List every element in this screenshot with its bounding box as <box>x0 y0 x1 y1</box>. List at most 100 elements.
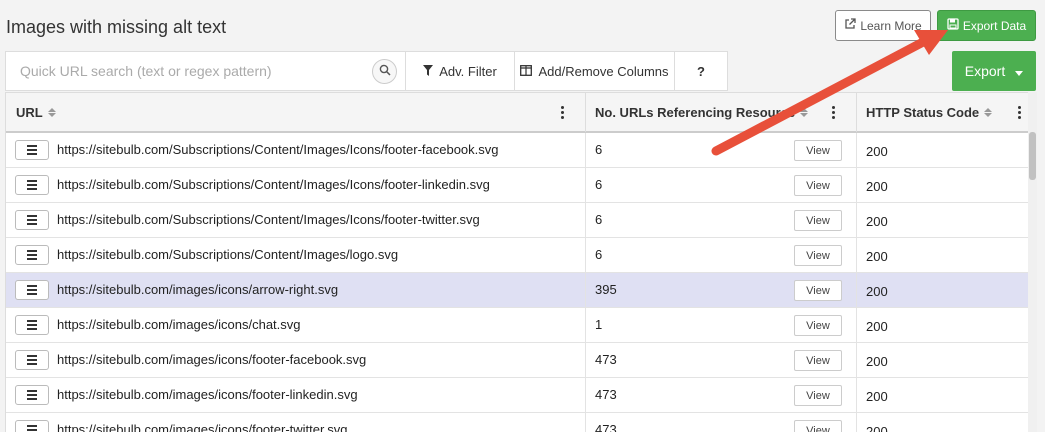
learn-more-label: Learn More <box>860 18 922 33</box>
table-row[interactable]: https://sitebulb.com/Subscriptions/Conte… <box>6 203 1028 238</box>
cell-url: https://sitebulb.com/Subscriptions/Conte… <box>6 168 586 202</box>
cell-status: 200 <box>857 413 1028 432</box>
search-input[interactable] <box>6 52 406 90</box>
cell-url: https://sitebulb.com/images/icons/footer… <box>6 378 586 412</box>
view-button[interactable]: View <box>794 420 842 432</box>
table-row[interactable]: https://sitebulb.com/Subscriptions/Conte… <box>6 168 1028 203</box>
url-link[interactable]: https://sitebulb.com/images/icons/chat.s… <box>57 317 301 332</box>
url-link[interactable]: https://sitebulb.com/Subscriptions/Conte… <box>57 142 499 157</box>
kebab-menu-icon[interactable] <box>832 106 836 119</box>
url-link[interactable]: https://sitebulb.com/images/icons/footer… <box>57 387 358 402</box>
view-button[interactable]: View <box>794 385 842 406</box>
add-remove-columns-button[interactable]: Add/Remove Columns <box>515 52 675 90</box>
data-table: URL No. URLs Referencing Resource HTTP S… <box>5 92 1028 432</box>
sort-icon[interactable] <box>47 108 56 117</box>
table-row[interactable]: https://sitebulb.com/images/icons/chat.s… <box>6 308 1028 343</box>
hamburger-menu-icon[interactable] <box>15 245 49 265</box>
cell-status: 200 <box>857 343 1028 377</box>
learn-more-button[interactable]: Learn More <box>835 10 931 41</box>
status-code: 200 <box>866 249 888 264</box>
table-row[interactable]: https://sitebulb.com/images/icons/arrow-… <box>6 273 1028 308</box>
export-label: Export <box>964 63 1006 79</box>
refs-count: 6 <box>595 247 603 262</box>
cell-url: https://sitebulb.com/Subscriptions/Conte… <box>6 238 586 272</box>
cell-status: 200 <box>857 238 1028 272</box>
cell-url: https://sitebulb.com/images/icons/chat.s… <box>6 308 586 342</box>
url-link[interactable]: https://sitebulb.com/Subscriptions/Conte… <box>57 247 398 262</box>
kebab-menu-icon[interactable] <box>561 106 565 119</box>
hamburger-menu-icon[interactable] <box>15 385 49 405</box>
hamburger-menu-icon[interactable] <box>15 140 49 160</box>
column-header-label: No. URLs Referencing Resource <box>595 105 796 120</box>
refs-count: 6 <box>595 142 603 157</box>
view-button[interactable]: View <box>794 245 842 266</box>
cell-url: https://sitebulb.com/images/icons/arrow-… <box>6 273 586 307</box>
search-button[interactable] <box>372 59 397 84</box>
column-header-refs[interactable]: No. URLs Referencing Resource <box>586 93 857 132</box>
status-code: 200 <box>866 354 888 369</box>
table-row[interactable]: https://sitebulb.com/images/icons/footer… <box>6 413 1028 432</box>
column-header-label: URL <box>16 105 43 120</box>
view-button[interactable]: View <box>794 140 842 161</box>
status-code: 200 <box>866 424 888 432</box>
cell-refs: 395 View <box>586 273 857 307</box>
hamburger-menu-icon[interactable] <box>15 175 49 195</box>
table-row[interactable]: https://sitebulb.com/Subscriptions/Conte… <box>6 238 1028 273</box>
cell-refs: 6 View <box>586 203 857 237</box>
status-code: 200 <box>866 389 888 404</box>
help-button[interactable]: ? <box>675 52 727 90</box>
refs-count: 6 <box>595 177 603 192</box>
cell-status: 200 <box>857 133 1028 167</box>
adv-filter-label: Adv. Filter <box>439 63 497 79</box>
cell-status: 200 <box>857 308 1028 342</box>
url-link[interactable]: https://sitebulb.com/images/icons/arrow-… <box>57 282 338 297</box>
sort-icon[interactable] <box>984 108 993 117</box>
export-data-button[interactable]: Export Data <box>937 10 1036 41</box>
refs-count: 473 <box>595 352 617 367</box>
table-row[interactable]: https://sitebulb.com/images/icons/footer… <box>6 378 1028 413</box>
cell-refs: 6 View <box>586 168 857 202</box>
table-row[interactable]: https://sitebulb.com/images/icons/footer… <box>6 343 1028 378</box>
hamburger-menu-icon[interactable] <box>15 210 49 230</box>
refs-count: 1 <box>595 317 603 332</box>
url-link[interactable]: https://sitebulb.com/Subscriptions/Conte… <box>57 177 490 192</box>
status-code: 200 <box>866 284 888 299</box>
column-header-url[interactable]: URL <box>6 93 586 132</box>
cell-url: https://sitebulb.com/Subscriptions/Conte… <box>6 203 586 237</box>
search-icon <box>379 63 391 81</box>
hamburger-menu-icon[interactable] <box>15 280 49 300</box>
column-header-status[interactable]: HTTP Status Code <box>857 93 1028 132</box>
filter-icon <box>423 64 434 79</box>
scrollbar-thumb[interactable] <box>1029 132 1036 180</box>
kebab-menu-icon[interactable] <box>1018 106 1022 119</box>
view-button[interactable]: View <box>794 175 842 196</box>
cell-refs: 6 View <box>586 133 857 167</box>
cell-status: 200 <box>857 203 1028 237</box>
hamburger-menu-icon[interactable] <box>15 315 49 335</box>
hamburger-menu-icon[interactable] <box>15 420 49 432</box>
status-code: 200 <box>866 179 888 194</box>
export-data-label: Export Data <box>962 18 1027 33</box>
cell-refs: 473 View <box>586 413 857 432</box>
sort-icon[interactable] <box>800 108 809 117</box>
view-button[interactable]: View <box>794 210 842 231</box>
url-link[interactable]: https://sitebulb.com/images/icons/footer… <box>57 422 347 432</box>
view-button[interactable]: View <box>794 280 842 301</box>
hamburger-menu-icon[interactable] <box>15 350 49 370</box>
adv-filter-button[interactable]: Adv. Filter <box>406 52 515 90</box>
cell-status: 200 <box>857 168 1028 202</box>
view-button[interactable]: View <box>794 350 842 371</box>
refs-count: 6 <box>595 212 603 227</box>
table-toolbar: Adv. Filter Add/Remove Columns ? <box>5 51 728 91</box>
url-link[interactable]: https://sitebulb.com/Subscriptions/Conte… <box>57 212 480 227</box>
column-header-label: HTTP Status Code <box>866 105 980 120</box>
table-header: URL No. URLs Referencing Resource HTTP S… <box>6 92 1028 133</box>
table-row[interactable]: https://sitebulb.com/Subscriptions/Conte… <box>6 133 1028 168</box>
export-dropdown-button[interactable]: Export <box>952 51 1036 91</box>
cell-url: https://sitebulb.com/images/icons/footer… <box>6 413 586 432</box>
vertical-scrollbar[interactable] <box>1028 92 1037 432</box>
caret-down-icon <box>1015 63 1024 79</box>
view-button[interactable]: View <box>794 315 842 336</box>
url-link[interactable]: https://sitebulb.com/images/icons/footer… <box>57 352 366 367</box>
cell-url: https://sitebulb.com/images/icons/footer… <box>6 343 586 377</box>
